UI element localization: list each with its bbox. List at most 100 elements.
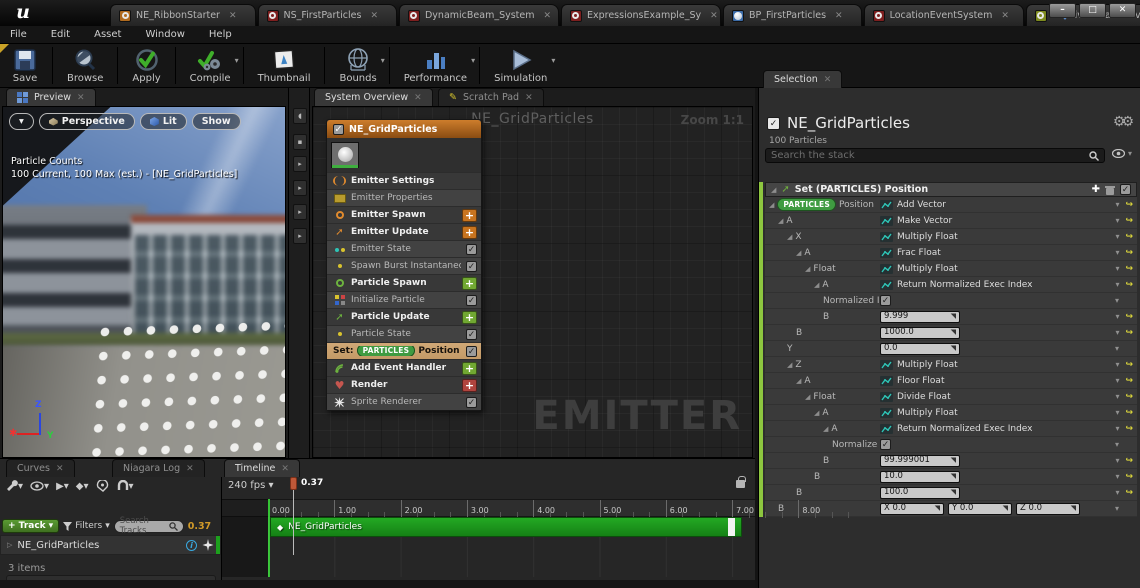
add-track-button[interactable]: + Track▾: [2, 519, 59, 533]
node-graph-canvas[interactable]: NE_GridParticles Zoom 1:1 EMITTER ✓ NE_G…: [312, 106, 753, 458]
revert-to-default-icon[interactable]: ↪: [1125, 232, 1133, 242]
revert-to-default-icon[interactable]: ↪: [1125, 280, 1133, 290]
tab-preview[interactable]: Preview ✕: [6, 88, 96, 106]
stack-item-emitter-spawn[interactable]: Emitter Spawn+: [327, 206, 481, 223]
close-icon[interactable]: ✕: [229, 11, 237, 21]
minimize-button[interactable]: –: [1049, 3, 1076, 18]
parameter-row-a[interactable]: ◢AMultiply Float▾↪: [765, 405, 1137, 421]
chevron-down-icon[interactable]: ▾: [1115, 472, 1119, 481]
dynamic-input-value[interactable]: Frac Float: [897, 248, 941, 258]
chevron-down-icon[interactable]: ▾: [471, 56, 475, 65]
chevron-down-icon[interactable]: ▾: [1115, 280, 1119, 289]
parameter-row-position[interactable]: ◢PARTICLESPositionAdd Vector▾↪: [765, 197, 1137, 213]
emitter-track-row[interactable]: ▷ NE_GridParticles i: [0, 535, 221, 555]
number-input[interactable]: 99.999001◥: [880, 455, 960, 467]
wrench-icon[interactable]: ▾: [4, 480, 23, 492]
close-icon[interactable]: ✕: [544, 11, 552, 21]
menu-help[interactable]: Help: [209, 29, 232, 40]
chevron-expanded-icon[interactable]: ◢: [805, 393, 810, 401]
add-module-button[interactable]: +: [462, 277, 477, 290]
close-icon[interactable]: ✕: [77, 93, 85, 103]
parameter-row-a[interactable]: ◢AReturn Normalized Exec Index▾↪: [765, 421, 1137, 437]
revert-to-default-icon[interactable]: ↪: [1125, 408, 1133, 418]
parameter-row-a[interactable]: ◢AReturn Normalized Exec Index▾↪: [765, 277, 1137, 293]
menu-edit[interactable]: Edit: [51, 29, 70, 40]
chevron-collapsed-icon[interactable]: ▷: [7, 541, 12, 549]
chevron-expanded-icon[interactable]: ◢: [778, 217, 783, 225]
dynamic-input-value[interactable]: Multiply Float: [897, 232, 958, 242]
number-input[interactable]: 10.0◥: [880, 471, 960, 483]
dynamic-input-value[interactable]: Multiply Float: [897, 264, 958, 274]
revert-to-default-icon[interactable]: ↪: [1125, 328, 1133, 338]
revert-to-default-icon[interactable]: ↪: [1125, 200, 1133, 210]
chevron-down-icon[interactable]: ▾: [1115, 488, 1119, 497]
asset-tab-dynamicbeam_system[interactable]: DynamicBeam_System ✕: [399, 4, 559, 26]
chevron-down-icon[interactable]: ▾: [1115, 296, 1119, 305]
dynamic-input-value[interactable]: Multiply Float: [897, 360, 958, 370]
tab-system-overview[interactable]: System Overview ✕: [314, 88, 433, 106]
timeline-ruler[interactable]: 0.001.002.003.004.005.006.007.008.00: [222, 499, 755, 517]
parameter-row-b[interactable]: B1000.0◥▾↪: [765, 325, 1137, 341]
close-icon[interactable]: ✕: [835, 11, 843, 21]
stack-item-sprite-renderer[interactable]: Sprite Renderer✓: [327, 393, 481, 410]
asset-tab-locationeventsystem[interactable]: LocationEventSystem ✕: [864, 4, 1024, 26]
module-enabled-checkbox[interactable]: ✓: [466, 346, 477, 357]
chevron-down-icon[interactable]: ▾: [1115, 312, 1119, 321]
dynamic-input-value[interactable]: Return Normalized Exec Index: [897, 280, 1032, 290]
filters-button[interactable]: Filters▾: [63, 521, 110, 531]
chevron-down-icon[interactable]: ▾: [1115, 456, 1119, 465]
parameter-row-b[interactable]: B100.0◥▾↪: [765, 485, 1137, 501]
set-position-section-header[interactable]: ◢ ➚ Set (PARTICLES) Position ✚ ✓: [765, 182, 1137, 197]
chevron-expanded-icon[interactable]: ◢: [787, 233, 792, 241]
chevron-down-icon[interactable]: ▾: [1115, 440, 1119, 449]
chevron-down-icon[interactable]: ▾: [1115, 248, 1119, 257]
auto-key-icon[interactable]: [96, 480, 109, 492]
module-enabled-checkbox[interactable]: ✓: [466, 244, 477, 255]
chevron-expanded-icon[interactable]: ◢: [823, 425, 828, 433]
bool-checkbox[interactable]: ✓: [880, 439, 891, 450]
tab-niagara-log[interactable]: Niagara Log✕: [112, 459, 205, 477]
chevron-expanded-icon[interactable]: ◢: [814, 409, 819, 417]
add-icon[interactable]: ✚: [1092, 184, 1100, 195]
thumbnail-button[interactable]: Thumbnail: [246, 44, 323, 87]
asset-tab-bp_firstparticles[interactable]: BP_FirstParticles ✕: [723, 4, 862, 26]
chevron-expanded-icon[interactable]: ◢: [787, 361, 792, 369]
strip-tab-icon[interactable]: ◖: [293, 108, 307, 124]
track-search-input[interactable]: Search Tracks: [114, 520, 184, 533]
close-icon[interactable]: ✕: [281, 464, 289, 474]
range-end-handle[interactable]: [728, 518, 735, 536]
chevron-expanded-icon[interactable]: ◢: [814, 281, 819, 289]
chevron-down-icon[interactable]: ▾: [1115, 360, 1119, 369]
keyframe-diamond-icon[interactable]: ◆: [277, 523, 283, 532]
stack-item-emitter-settings[interactable]: ❨❩ Emitter Settings: [327, 172, 481, 189]
stack-item-emitter-update[interactable]: ➚ Emitter Update+: [327, 223, 481, 240]
close-icon[interactable]: ✕: [370, 11, 378, 21]
parameter-row-a[interactable]: ◢AFloor Float▾↪: [765, 373, 1137, 389]
chevron-down-icon[interactable]: ▾: [1115, 232, 1119, 241]
dynamic-input-value[interactable]: Divide Float: [897, 392, 951, 402]
dynamic-input-value[interactable]: Floor Float: [897, 376, 944, 386]
emitter-enabled-checkbox[interactable]: ✓: [767, 117, 780, 130]
bounds-button[interactable]: Bounds: [327, 44, 388, 87]
chevron-down-icon[interactable]: ▾: [1115, 216, 1119, 225]
chevron-down-icon[interactable]: ▾: [1115, 328, 1119, 337]
revert-to-default-icon[interactable]: ↪: [1125, 312, 1133, 322]
stack-item-initialize-particle[interactable]: Initialize Particle✓: [327, 291, 481, 308]
maximize-button[interactable]: □: [1079, 3, 1106, 18]
stack-item-particle-state[interactable]: Particle State✓: [327, 325, 481, 342]
vector-component-input[interactable]: X 0.0◥: [880, 503, 944, 515]
stack-item-particle-update[interactable]: ➚ Particle Update+: [327, 308, 481, 325]
compile-button[interactable]: Compile: [178, 44, 243, 87]
view-options-button[interactable]: ▾: [1112, 149, 1132, 158]
chevron-down-icon[interactable]: ▾: [1115, 264, 1119, 273]
parameter-row-normalize[interactable]: Normalize✓▾: [765, 437, 1137, 453]
chevron-down-icon[interactable]: ▾: [1115, 504, 1119, 513]
stack-item-particle-spawn[interactable]: Particle Spawn+: [327, 274, 481, 291]
bool-checkbox[interactable]: ✓: [880, 295, 891, 306]
playback-options-icon[interactable]: ▶▾: [56, 481, 69, 492]
viewport-options-button[interactable]: ▾: [9, 113, 34, 130]
strip-expander[interactable]: ▸: [293, 228, 307, 244]
parameter-row-float[interactable]: ◢FloatMultiply Float▾↪: [765, 261, 1137, 277]
revert-to-default-icon[interactable]: ↪: [1125, 376, 1133, 386]
emitter-enabled-checkbox[interactable]: ✓: [333, 124, 344, 135]
